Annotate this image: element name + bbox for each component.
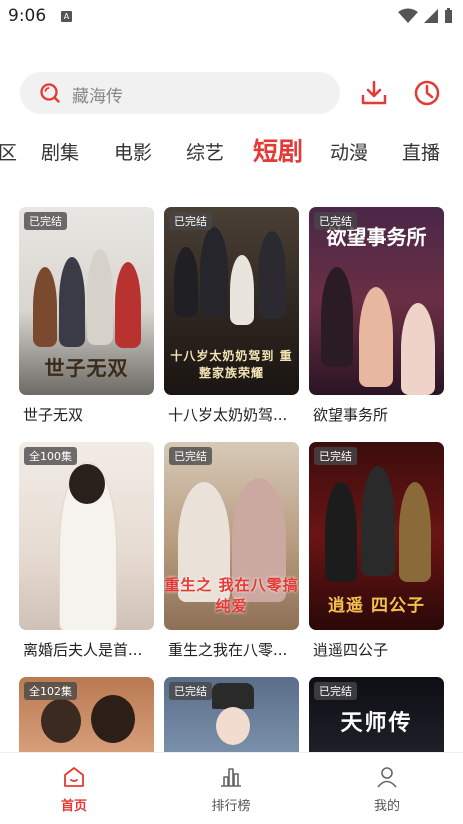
status-badge: 已完结 [169, 212, 212, 230]
show-title: 欲望事务所 [313, 406, 389, 424]
history-icon[interactable] [413, 79, 441, 107]
status-badge: 已完结 [24, 212, 67, 230]
status-time: 9:06 [8, 6, 47, 26]
status-badge: 已完结 [314, 212, 357, 230]
poster-image: 全102集 [19, 677, 154, 752]
tab-partial[interactable]: 区 [0, 138, 17, 165]
show-title: 逍遥四公子 [313, 641, 389, 659]
show-title: 十八岁太奶奶驾... [168, 406, 288, 424]
search-placeholder: 藏海传 [72, 87, 123, 107]
poster-image: 逍遥 四公子 已完结 [309, 442, 444, 630]
nav-ranking[interactable]: 排行榜 [191, 765, 271, 814]
status-icons [398, 8, 453, 24]
poster-art-text: 十八岁太奶奶驾到 重整家族荣耀 [170, 349, 293, 380]
tab-short-drama[interactable]: 短剧 [253, 132, 303, 168]
download-icon[interactable] [360, 79, 388, 107]
status-badge: 已完结 [169, 447, 212, 465]
status-bar: 9:06 A [0, 0, 463, 32]
show-grid: 世子无双 已完结 世子无双 十八岁太奶奶驾到 重整家族荣耀 已完结 十八岁太奶奶… [0, 207, 463, 752]
nav-profile-label: 我的 [373, 799, 400, 814]
nav-ranking-label: 排行榜 [211, 799, 251, 814]
category-tabs: 区 剧集 电影 综艺 短剧 动漫 直播 [0, 130, 463, 174]
status-badge: 全102集 [24, 682, 77, 700]
nav-home-label: 首页 [60, 799, 87, 814]
tab-anime[interactable]: 动漫 [330, 138, 368, 165]
status-badge: 全100集 [24, 447, 77, 465]
status-badge: 已完结 [314, 682, 357, 700]
tab-series[interactable]: 剧集 [41, 138, 79, 165]
search-row: 藏海传 [0, 72, 463, 114]
poster-art-text: 重生之 我在八零搞纯爱 [164, 576, 299, 615]
home-icon [64, 767, 84, 787]
poster-image: 全100集 [19, 442, 154, 630]
status-badge: 已完结 [314, 447, 357, 465]
profile-icon [377, 767, 397, 788]
poster-image: 欲望事务所 已完结 [309, 207, 444, 395]
poster-image: 世子无双 已完结 [19, 207, 154, 395]
notification-icon: A [61, 11, 72, 22]
poster-image: 天师传 已完结 [309, 677, 444, 752]
bottom-nav: 首页 排行榜 我的 [0, 752, 463, 824]
search-icon [40, 83, 60, 103]
poster-art-text: 天师传 [340, 711, 413, 736]
signal-icon [424, 9, 438, 23]
poster-image: 十八岁太奶奶驾到 重整家族荣耀 已完结 [164, 207, 299, 395]
nav-home[interactable]: 首页 [34, 765, 114, 814]
poster-art-text: 逍遥 四公子 [328, 596, 425, 616]
poster-image: 已完结 [164, 677, 299, 752]
tab-variety[interactable]: 综艺 [186, 138, 224, 165]
show-title: 世子无双 [23, 406, 84, 424]
show-title: 离婚后夫人是首... [23, 641, 143, 659]
show-title: 重生之我在八零... [168, 641, 288, 659]
status-badge: 已完结 [169, 682, 212, 700]
search-input[interactable]: 藏海传 [20, 72, 340, 114]
wifi-icon [398, 8, 418, 23]
tab-live[interactable]: 直播 [402, 138, 440, 165]
poster-art-text: 世子无双 [44, 356, 129, 380]
tab-movies[interactable]: 电影 [114, 138, 152, 165]
battery-icon [445, 8, 452, 23]
poster-image: 重生之 我在八零搞纯爱 已完结 [164, 442, 299, 630]
nav-profile[interactable]: 我的 [347, 765, 427, 814]
ranking-icon [221, 768, 241, 787]
